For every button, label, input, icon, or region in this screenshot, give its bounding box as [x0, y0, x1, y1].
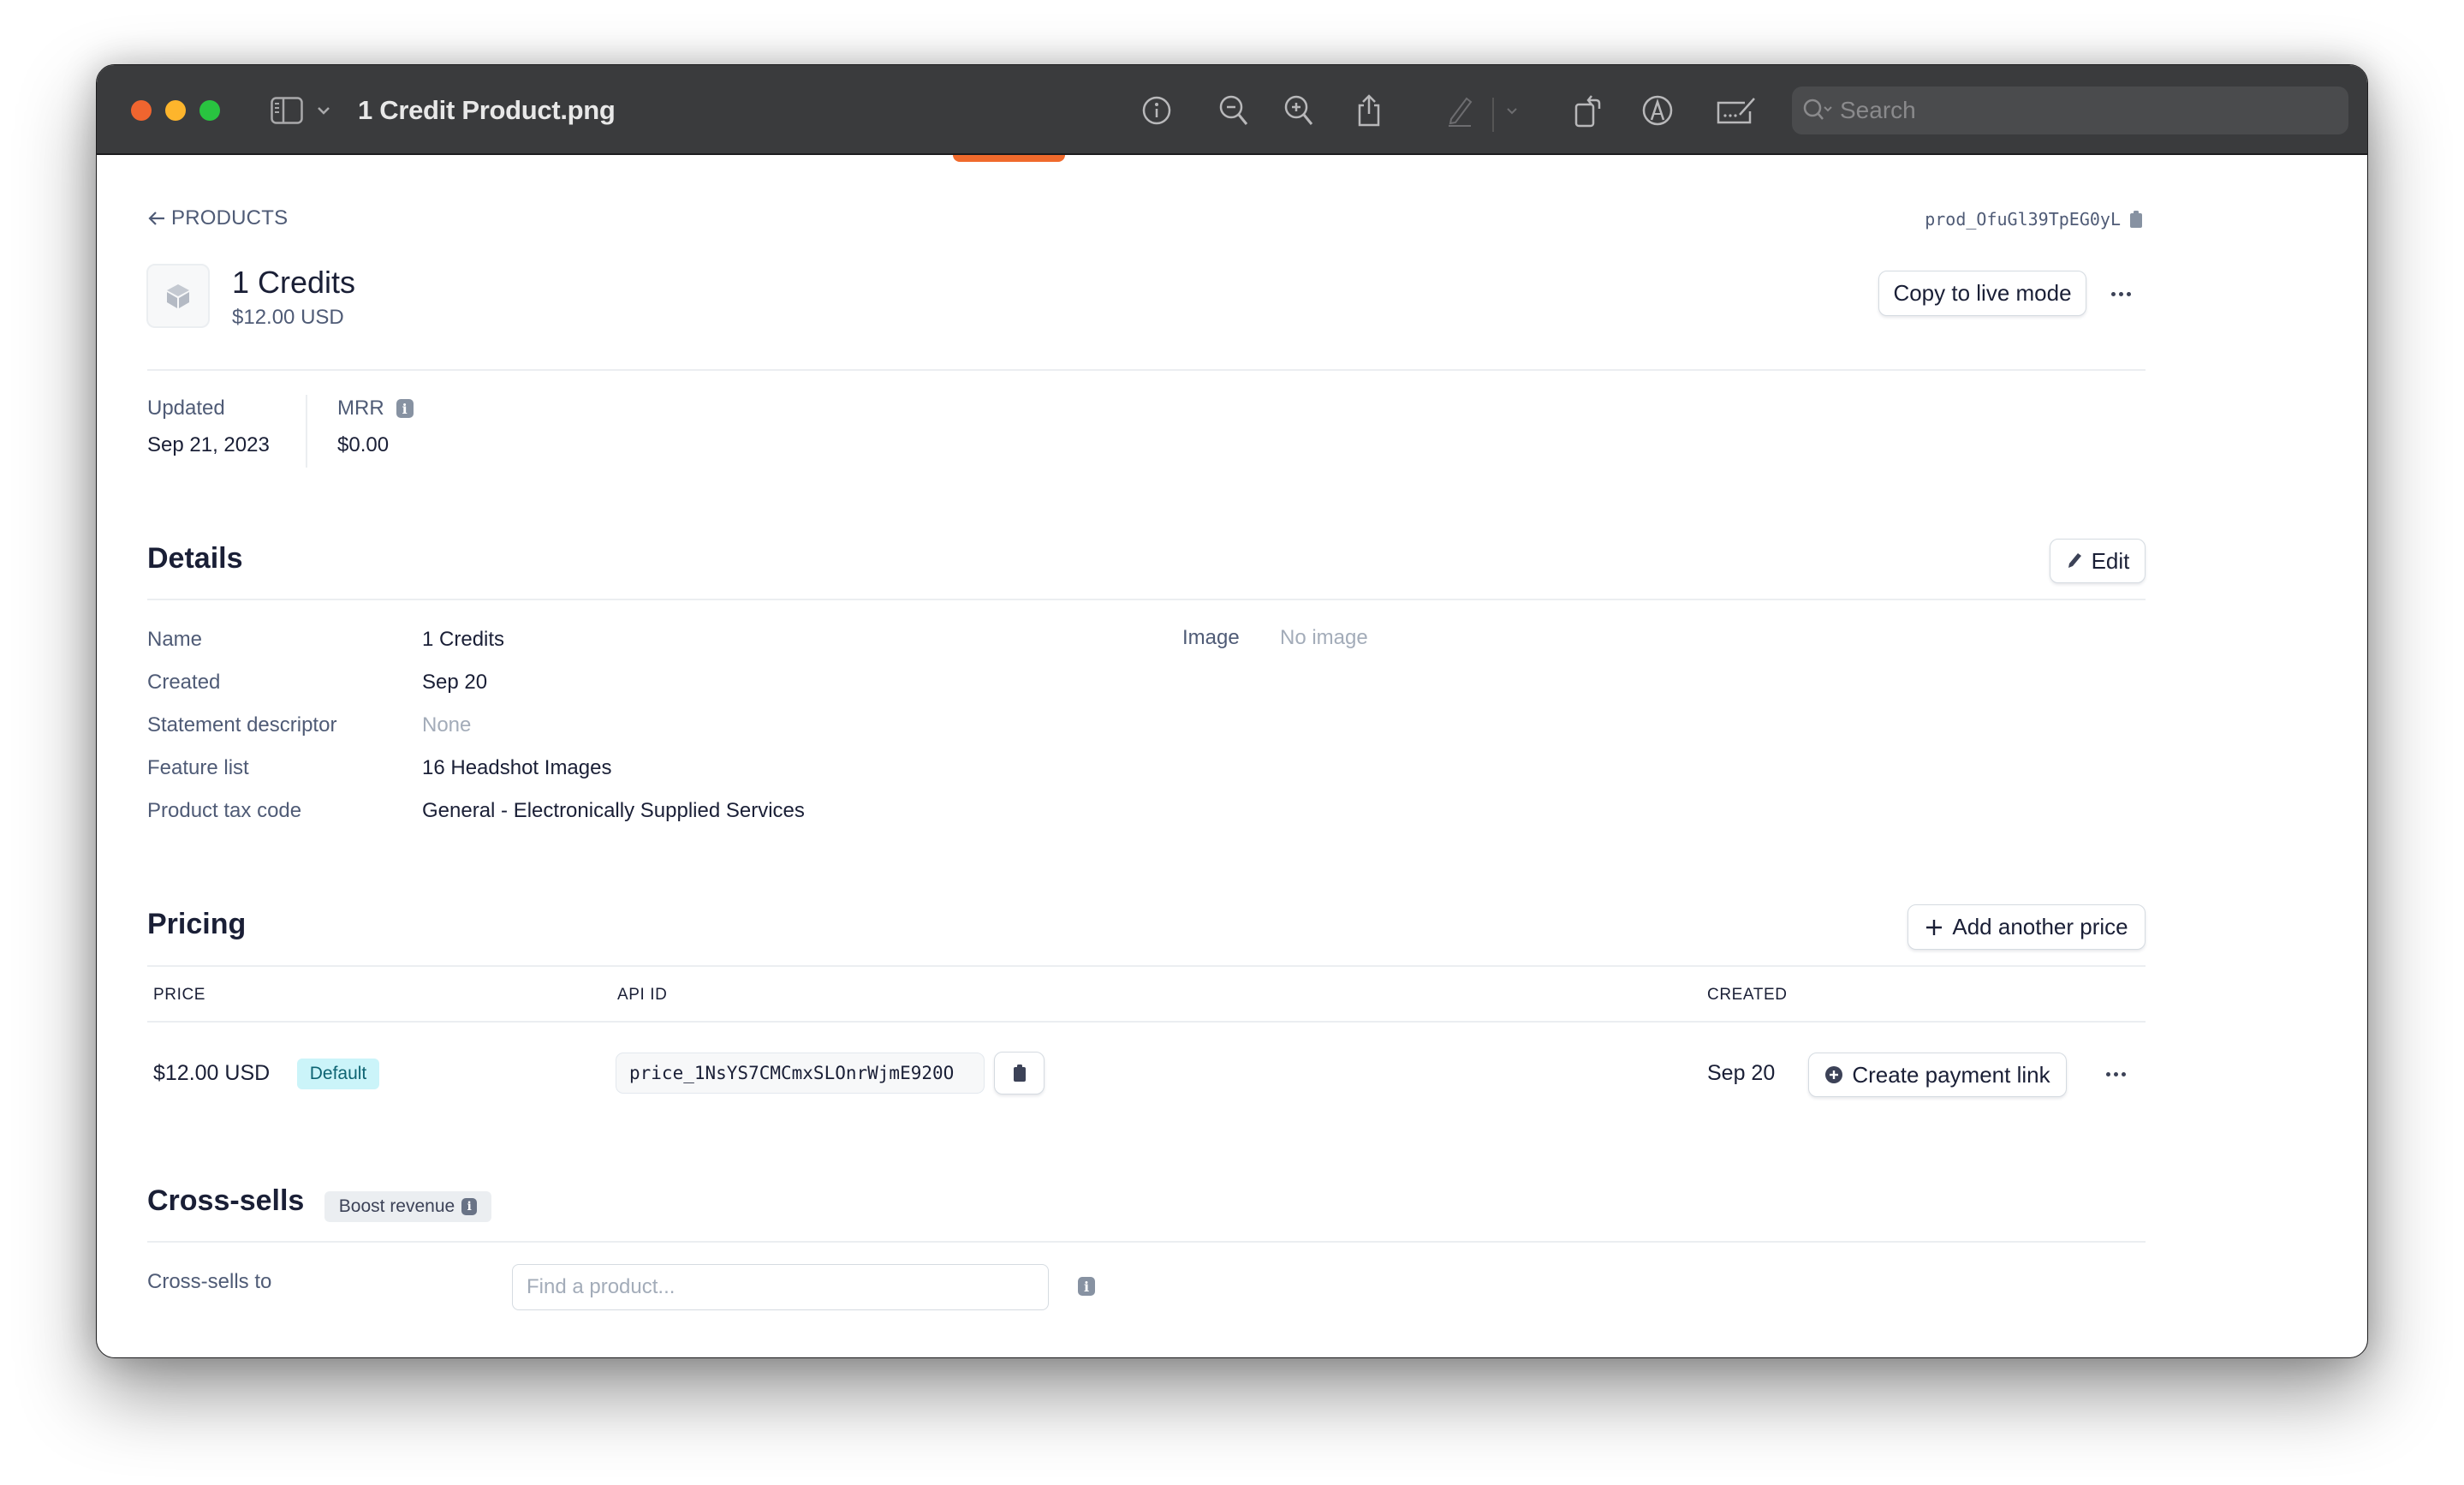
clipboard-icon[interactable]: [2129, 210, 2143, 229]
rotate-icon[interactable]: [1571, 91, 1605, 130]
preview-window: 1 Credit Product.png Search PRODUCTS pro…: [96, 64, 2368, 1358]
details-heading: Details: [147, 542, 243, 575]
title-bar: 1 Credit Product.png Search: [97, 65, 2367, 155]
detail-label-tax-code: Product tax code: [147, 799, 302, 822]
plus-circle-icon: [1825, 1066, 1843, 1083]
detail-label-created: Created: [147, 671, 221, 694]
detail-value-tax-code: General - Electronically Supplied Servic…: [422, 799, 805, 822]
price-row-more-button[interactable]: [2106, 1072, 2126, 1076]
boost-revenue-label: Boost revenue: [338, 1196, 455, 1216]
zoom-in-icon[interactable]: [1282, 91, 1316, 130]
table-header-divider: [147, 1021, 2146, 1023]
price-amount: $12.00 USD: [153, 1061, 271, 1085]
box-icon: [167, 283, 189, 308]
find-product-input[interactable]: [512, 1264, 1049, 1310]
edit-label: Edit: [2091, 547, 2130, 574]
column-header-price: PRICE: [153, 986, 206, 1004]
price-api-id-text: price_1NsYS7CMCmxSLOnrWjmE920O: [629, 1063, 955, 1083]
copy-api-id-button[interactable]: [994, 1052, 1045, 1094]
pricing-divider: [147, 965, 2146, 967]
window-title: 1 Credit Product.png: [358, 95, 616, 125]
plus-icon: [1926, 919, 1943, 935]
copy-to-live-mode-label: Copy to live mode: [1893, 280, 2072, 306]
arrow-left-icon: [148, 212, 164, 225]
price-api-id[interactable]: price_1NsYS7CMCmxSLOnrWjmE920O: [616, 1053, 985, 1094]
signature-icon[interactable]: [1715, 91, 1758, 130]
product-page: PRODUCTS prod_OfuGl39TpEG0yL 1 Credits $…: [97, 155, 2367, 1357]
more-actions-button[interactable]: [2111, 292, 2131, 296]
copy-to-live-mode-button[interactable]: Copy to live mode: [1878, 271, 2086, 316]
details-divider: [147, 599, 2146, 600]
search-icon: [1803, 98, 1832, 120]
info-icon[interactable]: i: [396, 399, 414, 418]
stats-divider: [306, 395, 307, 468]
detail-value-created: Sep 20: [422, 671, 488, 694]
cross-sells-divider: [147, 1241, 2146, 1243]
product-name: 1 Credits: [232, 265, 356, 300]
clipboard-icon: [1013, 1065, 1026, 1082]
create-payment-link-button[interactable]: Create payment link: [1808, 1053, 2067, 1097]
updated-value: Sep 21, 2023: [147, 433, 270, 456]
detail-label-statement-descriptor: Statement descriptor: [147, 713, 337, 737]
toolbar-divider: [1492, 98, 1494, 132]
add-another-price-label: Add another price: [1952, 914, 2128, 939]
annotate-icon[interactable]: [1640, 91, 1675, 130]
sidebar-toggle-icon[interactable]: [270, 91, 304, 130]
default-badge: Default: [297, 1059, 379, 1089]
product-id[interactable]: prod_OfuGl39TpEG0yL: [1925, 209, 2143, 230]
pricing-heading: Pricing: [147, 908, 247, 940]
search-field[interactable]: Search: [1792, 86, 2348, 134]
detail-value-name: 1 Credits: [422, 628, 505, 651]
updated-label: Updated: [147, 397, 225, 420]
detail-label-name: Name: [147, 628, 203, 651]
detail-value-statement-descriptor: None: [422, 713, 472, 737]
mrr-label-group: MRR i: [337, 397, 414, 420]
detail-label-image: Image: [1182, 626, 1240, 649]
product-price: $12.00 USD: [232, 306, 344, 329]
back-link-label: PRODUCTS: [171, 206, 289, 230]
maximize-window-button[interactable]: [199, 100, 220, 121]
edit-details-button[interactable]: Edit: [2050, 539, 2146, 583]
column-header-api-id: API ID: [617, 986, 668, 1004]
info-icon[interactable]: [1140, 91, 1174, 130]
sidebar-menu-chevron-icon[interactable]: [315, 91, 332, 130]
mrr-value: $0.00: [337, 433, 390, 456]
detail-label-feature-list: Feature list: [147, 756, 249, 779]
share-icon[interactable]: [1352, 91, 1386, 130]
cross-sells-to-label: Cross-sells to: [147, 1270, 272, 1293]
column-header-created: CREATED: [1707, 986, 1788, 1004]
header-divider: [147, 369, 2146, 371]
minimize-window-button[interactable]: [165, 100, 186, 121]
product-id-text: prod_OfuGl39TpEG0yL: [1925, 209, 2121, 230]
back-to-products-link[interactable]: PRODUCTS: [147, 206, 288, 230]
detail-value-feature-list: 16 Headshot Images: [422, 756, 612, 779]
add-another-price-button[interactable]: Add another price: [1908, 904, 2146, 950]
close-window-button[interactable]: [131, 100, 152, 121]
info-icon[interactable]: i: [461, 1198, 478, 1215]
cross-sells-heading: Cross-sells: [147, 1184, 305, 1217]
product-image-placeholder: [146, 264, 210, 328]
info-icon[interactable]: i: [1078, 1277, 1095, 1296]
detail-value-image: No image: [1280, 626, 1368, 649]
markup-pen-icon[interactable]: [1443, 91, 1477, 130]
search-placeholder: Search: [1840, 97, 1916, 123]
price-created: Sep 20: [1707, 1061, 1776, 1085]
pencil-icon: [2068, 553, 2081, 568]
zoom-out-icon[interactable]: [1217, 91, 1251, 130]
create-payment-link-label: Create payment link: [1852, 1061, 2050, 1088]
chevron-down-icon[interactable]: [1503, 91, 1521, 130]
boost-revenue-badge: Boost revenue i: [324, 1191, 491, 1222]
mrr-label: MRR: [337, 397, 384, 420]
